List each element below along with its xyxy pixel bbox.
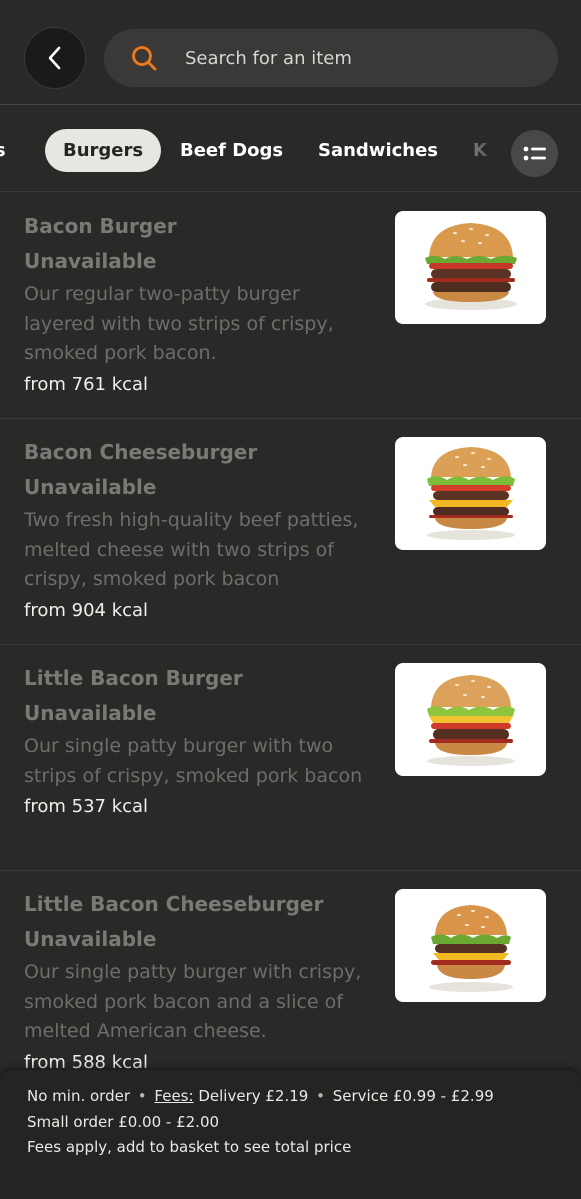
- item-description: Our single patty burger with two strips …: [24, 735, 363, 787]
- category-tabs: rs Burgers Beef Dogs Sandwiches K: [0, 106, 581, 192]
- tab-burgers[interactable]: Burgers: [45, 129, 162, 172]
- search-bar[interactable]: Search for an item: [104, 29, 558, 87]
- menu-page: Search for an item rs Burgers Beef Dogs …: [0, 0, 581, 1199]
- menu-item[interactable]: Little Bacon Cheeseburger Unavailable Ou…: [0, 871, 581, 1097]
- item-image: [395, 211, 546, 324]
- tab-beef-dogs[interactable]: Beef Dogs: [180, 129, 283, 172]
- item-image: [395, 889, 546, 1002]
- burger-image: [429, 905, 513, 992]
- tab-partial-left[interactable]: rs: [0, 129, 6, 172]
- back-button[interactable]: [24, 27, 86, 89]
- item-status: Unavailable: [24, 701, 157, 725]
- burger-image: [425, 223, 517, 310]
- menu-item[interactable]: Bacon Burger Unavailable Our regular two…: [0, 193, 581, 419]
- tab-sandwiches[interactable]: Sandwiches: [318, 129, 438, 172]
- item-name: Bacon Burger: [24, 214, 177, 238]
- search-placeholder: Search for an item: [185, 47, 352, 69]
- item-description: Our regular two-patty burger layered wit…: [24, 283, 334, 364]
- separator-dot: •: [137, 1087, 147, 1105]
- item-calories: from 904 kcal: [24, 599, 149, 621]
- fees-link[interactable]: Fees:: [154, 1087, 193, 1105]
- search-icon: [132, 46, 157, 71]
- menu-item-text: Little Bacon Burger Unavailable Our sing…: [24, 665, 374, 820]
- menu-item-text: Little Bacon Cheeseburger Unavailable Ou…: [24, 891, 374, 1076]
- delivery-fee: Delivery £2.19: [198, 1087, 309, 1105]
- service-fee: Service £0.99 - £2.99: [332, 1087, 494, 1105]
- menu-item[interactable]: Bacon Cheeseburger Unavailable Two fresh…: [0, 419, 581, 645]
- item-status: Unavailable: [24, 927, 157, 951]
- item-name: Bacon Cheeseburger: [24, 440, 258, 464]
- item-calories: from 537 kcal: [24, 796, 149, 817]
- fees-summary: No min. order • Fees: Delivery £2.19 • S…: [27, 1087, 494, 1105]
- item-description: Our single patty burger with crispy, smo…: [24, 961, 362, 1042]
- item-image: [395, 437, 546, 550]
- burger-image: [427, 675, 515, 766]
- item-name: Little Bacon Burger: [24, 666, 243, 690]
- header: Search for an item: [0, 0, 581, 105]
- min-order-text: No min. order: [27, 1087, 130, 1105]
- item-image: [395, 663, 546, 776]
- separator-dot: •: [316, 1087, 325, 1105]
- burger-image: [427, 447, 515, 540]
- item-calories: from 761 kcal: [24, 373, 149, 395]
- menu-item[interactable]: Little Bacon Burger Unavailable Our sing…: [0, 645, 581, 871]
- small-order-fee: Small order £0.00 - £2.00: [27, 1113, 220, 1131]
- category-list-button[interactable]: [511, 130, 558, 177]
- item-description: Two fresh high-quality beef patties, mel…: [24, 509, 359, 590]
- fees-note: Fees apply, add to basket to see total p…: [27, 1138, 352, 1156]
- item-status: Unavailable: [24, 249, 157, 273]
- list-icon: [523, 146, 546, 160]
- menu-item-text: Bacon Burger Unavailable Our regular two…: [24, 213, 374, 398]
- fees-panel: No min. order • Fees: Delivery £2.19 • S…: [0, 1070, 581, 1199]
- item-status: Unavailable: [24, 475, 157, 499]
- menu-item-text: Bacon Cheeseburger Unavailable Two fresh…: [24, 439, 374, 624]
- item-name: Little Bacon Cheeseburger: [24, 892, 324, 916]
- chevron-left-icon: [48, 46, 61, 70]
